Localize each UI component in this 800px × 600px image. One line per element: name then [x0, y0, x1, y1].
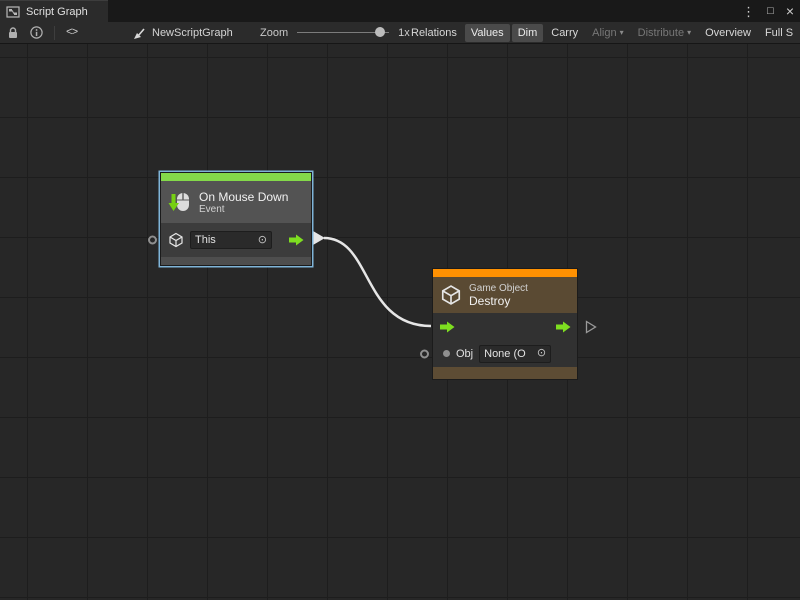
flow-input-port[interactable]: [439, 321, 455, 333]
code-icon[interactable]: <>: [66, 27, 77, 39]
obj-field-value: None (O: [484, 348, 526, 360]
zoom-slider[interactable]: [297, 32, 389, 33]
obj-object-field[interactable]: None (O ⊙: [479, 345, 551, 363]
obj-label: Obj: [456, 348, 473, 360]
toolbar-left-group: <>: [7, 22, 77, 43]
zoom-knob[interactable]: [375, 27, 385, 37]
dim-button[interactable]: Dim: [512, 24, 544, 42]
mouse-down-icon: [168, 190, 192, 214]
node-titles: Game Object Destroy: [469, 283, 528, 308]
flow-output-port[interactable]: [555, 321, 571, 333]
node-titles: On Mouse Down Event: [199, 190, 288, 215]
graph-canvas[interactable]: On Mouse Down Event This ⊙: [0, 44, 800, 600]
flow-port-row: [433, 313, 577, 340]
chevron-down-icon: ▾: [620, 28, 624, 37]
graph-name: NewScriptGraph: [152, 27, 233, 39]
connection-wire[interactable]: [0, 44, 800, 600]
obj-port-row: Obj None (O ⊙: [433, 340, 577, 367]
info-icon[interactable]: [30, 26, 43, 39]
tab-script-graph[interactable]: Script Graph: [0, 0, 108, 22]
object-picker-icon[interactable]: ⊙: [258, 235, 267, 246]
node-title: Destroy: [469, 294, 528, 308]
tab-bar: Script Graph ⋮ □ ×: [0, 0, 800, 22]
object-picker-icon[interactable]: ⊙: [537, 348, 546, 359]
node-destroy[interactable]: Game Object Destroy Obj: [432, 268, 578, 380]
target-object-field[interactable]: This ⊙: [190, 231, 272, 249]
sequence-triangle-icon[interactable]: [585, 320, 597, 334]
overview-button[interactable]: Overview: [699, 24, 757, 42]
graph-toolbar: <> NewScriptGraph Zoom 1x Relations Valu…: [0, 22, 800, 44]
game-object-icon: [440, 284, 462, 306]
value-input-port[interactable]: [148, 236, 157, 245]
chevron-down-icon: ▾: [687, 28, 691, 37]
event-accent-strip: [161, 173, 311, 181]
graph-asset-icon: [132, 26, 146, 40]
node-title: On Mouse Down: [199, 190, 288, 204]
node-footer: [433, 367, 577, 379]
toolbar-separator: [54, 26, 55, 40]
values-button[interactable]: Values: [465, 24, 510, 42]
relations-button[interactable]: Relations: [405, 24, 463, 42]
tab-title: Script Graph: [26, 6, 88, 18]
obj-input-port[interactable]: [420, 349, 429, 358]
target-object-value: This: [195, 234, 216, 246]
align-button: Align ▾: [586, 24, 629, 42]
zoom-group: Zoom 1x: [260, 22, 410, 43]
game-object-icon: [168, 232, 184, 248]
maximize-icon[interactable]: □: [767, 6, 774, 17]
node-port-row: This ⊙: [161, 223, 311, 257]
window-menu-icon[interactable]: ⋮: [742, 5, 755, 18]
node-subtitle: Event: [199, 204, 288, 215]
window-controls: ⋮ □ ×: [742, 0, 794, 22]
fullscreen-button[interactable]: Full S: [759, 24, 799, 42]
wire-arrowhead-icon: [313, 231, 325, 245]
node-header[interactable]: On Mouse Down Event: [161, 181, 311, 223]
node-category: Game Object: [469, 283, 528, 294]
distribute-button: Distribute ▾: [632, 24, 697, 42]
close-icon[interactable]: ×: [786, 4, 794, 18]
obj-port-dot-icon: [443, 350, 450, 357]
flow-output-port[interactable]: [288, 234, 304, 246]
align-label: Align: [592, 27, 616, 39]
node-footer: [161, 257, 311, 265]
wire-path[interactable]: [324, 238, 431, 326]
gameobject-accent-strip: [433, 269, 577, 277]
script-graph-icon: [6, 5, 20, 19]
toolbar-buttons: Relations Values Dim Carry Align ▾ Distr…: [404, 22, 800, 43]
zoom-label: Zoom: [260, 27, 288, 39]
graph-name-group[interactable]: NewScriptGraph: [132, 22, 233, 43]
carry-button[interactable]: Carry: [545, 24, 584, 42]
lock-icon[interactable]: [7, 26, 19, 40]
distribute-label: Distribute: [638, 27, 684, 39]
node-header[interactable]: Game Object Destroy: [433, 277, 577, 313]
node-on-mouse-down[interactable]: On Mouse Down Event This ⊙: [160, 172, 312, 266]
script-graph-window: Script Graph ⋮ □ × <>: [0, 0, 800, 600]
